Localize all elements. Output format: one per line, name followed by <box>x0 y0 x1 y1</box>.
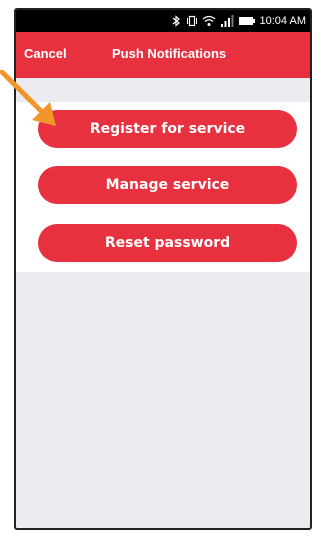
button-panel: Register for service Manage service Rese… <box>16 78 310 272</box>
status-time: 10:04 AM <box>259 15 306 27</box>
reset-password-button[interactable]: Reset password <box>38 224 297 262</box>
status-bar: 10:04 AM <box>16 10 310 32</box>
signal-icon <box>220 15 234 27</box>
app-header: Cancel Push Notifications <box>16 32 310 78</box>
manage-service-button[interactable]: Manage service <box>38 166 297 204</box>
battery-icon <box>238 15 256 27</box>
bluetooth-icon <box>170 15 182 27</box>
cancel-button[interactable]: Cancel <box>24 46 67 61</box>
page-title: Push Notifications <box>112 46 227 61</box>
divider-strip <box>16 78 310 102</box>
register-service-button[interactable]: Register for service <box>38 110 297 148</box>
status-icons <box>170 15 256 27</box>
phone-frame: 10:04 AM Cancel Push Notifications Regis… <box>14 8 312 530</box>
wifi-icon <box>202 15 216 27</box>
vibrate-icon <box>186 15 198 27</box>
